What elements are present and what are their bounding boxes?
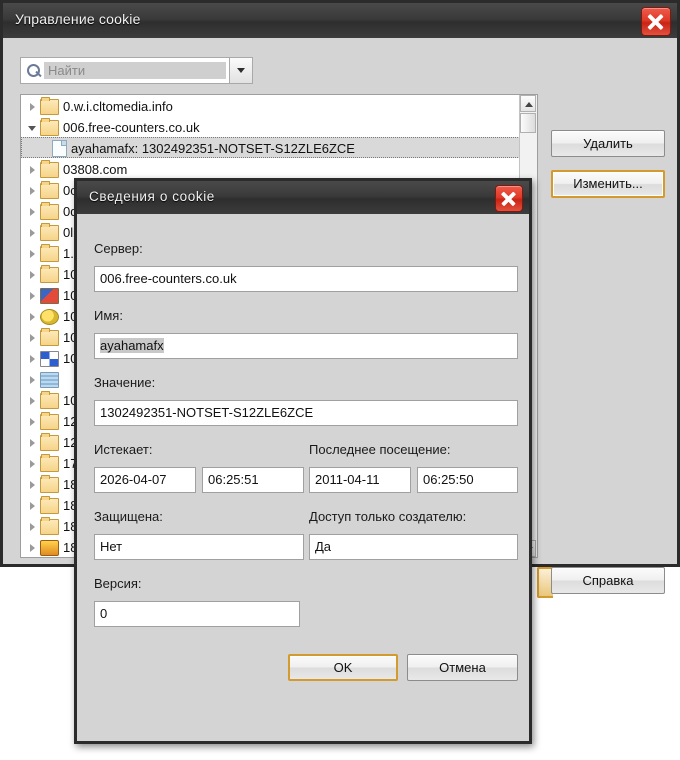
folder-icon [40, 243, 59, 262]
expand-arrow-closed-icon[interactable] [27, 290, 38, 301]
folder-icon [40, 117, 59, 136]
tree-row[interactable]: 006.free-counters.co.uk [21, 116, 520, 137]
close-icon[interactable] [641, 7, 671, 36]
favicon-3 [40, 350, 59, 367]
search-icon [25, 62, 43, 80]
search-bar [20, 57, 253, 84]
last-visit-date-field[interactable]: 2011-04-11 [309, 467, 411, 493]
expand-arrow-closed-icon[interactable] [27, 206, 38, 217]
search-box[interactable] [20, 57, 229, 84]
server-field[interactable]: 006.free-counters.co.uk [94, 266, 518, 292]
expand-arrow-closed-icon[interactable] [27, 521, 38, 532]
last-visit-label: Последнее посещение: [309, 442, 451, 457]
dialog-body: Сервер: 006.free-counters.co.uk Имя: aya… [77, 214, 529, 741]
folder-icon [40, 516, 59, 535]
name-label: Имя: [94, 308, 123, 323]
folder-icon [40, 222, 59, 241]
tree-row[interactable]: 03808.com [21, 158, 520, 179]
tree-row-label: 006.free-counters.co.uk [63, 120, 200, 136]
expand-arrow-closed-icon[interactable] [27, 437, 38, 448]
folder-icon [40, 390, 59, 409]
scroll-up-arrow-icon[interactable] [520, 95, 536, 112]
name-field[interactable]: ayahamafx [94, 333, 518, 359]
folder-icon [40, 474, 59, 493]
help-button[interactable]: Справка [551, 567, 665, 594]
expand-arrow-closed-icon[interactable] [27, 416, 38, 427]
folder-icon [40, 327, 59, 346]
folder-icon [40, 495, 59, 514]
expand-arrow-open-icon[interactable] [27, 122, 38, 133]
favicon-4 [40, 371, 59, 388]
expand-arrow-closed-icon[interactable] [27, 500, 38, 511]
tree-row[interactable]: 0.w.i.cltomedia.info [21, 95, 520, 116]
folder-icon [40, 264, 59, 283]
expand-arrow-closed-icon[interactable] [27, 185, 38, 196]
delete-button[interactable]: Удалить [551, 130, 665, 157]
dialog-titlebar: Сведения о cookie [77, 181, 529, 215]
dialog-title: Сведения о cookie [89, 189, 215, 204]
cancel-button[interactable]: Отмена [407, 654, 518, 681]
secure-label: Защищена: [94, 509, 163, 524]
window-title: Управление cookie [15, 11, 141, 27]
expand-arrow-closed-icon[interactable] [27, 311, 38, 322]
value-field[interactable]: 1302492351-NOTSET-S12ZLE6ZCE [94, 400, 518, 426]
tree-row-label: 03808.com [63, 162, 128, 178]
name-field-selected-text: ayahamafx [100, 338, 164, 353]
expand-arrow-closed-icon[interactable] [27, 353, 38, 364]
folder-icon [40, 201, 59, 220]
expand-arrow-closed-icon[interactable] [27, 332, 38, 343]
expires-label: Истекает: [94, 442, 153, 457]
edit-button[interactable]: Изменить... [551, 170, 665, 198]
folder-icon [40, 453, 59, 472]
expand-arrow-closed-icon[interactable] [27, 458, 38, 469]
folder-icon [40, 96, 59, 115]
chevron-down-icon [237, 67, 245, 73]
favicon-2 [40, 308, 59, 325]
tree-row-label: ayahamafx: 1302492351-NOTSET-S12ZLE6ZCE [71, 141, 355, 157]
expand-arrow-closed-icon[interactable] [27, 374, 38, 385]
expand-arrow-closed-icon[interactable] [27, 101, 38, 112]
scroll-up-glyph [525, 102, 533, 107]
server-label: Сервер: [94, 241, 143, 256]
document-icon [52, 140, 67, 158]
ok-button[interactable]: OK [288, 654, 398, 681]
window-titlebar: Управление cookie [3, 3, 677, 39]
secure-field[interactable]: Нет [94, 534, 304, 560]
expand-arrow-closed-icon[interactable] [27, 542, 38, 553]
folder-icon [40, 432, 59, 451]
expires-date-field[interactable]: 2026-04-07 [94, 467, 196, 493]
folder-icon [40, 180, 59, 199]
expires-time-field[interactable]: 06:25:51 [202, 467, 304, 493]
close-icon[interactable] [495, 185, 523, 212]
expand-arrow-closed-icon[interactable] [27, 248, 38, 259]
last-visit-time-field[interactable]: 06:25:50 [417, 467, 518, 493]
expand-arrow-closed-icon[interactable] [27, 395, 38, 406]
folder-icon [40, 159, 59, 178]
expand-arrow-closed-icon[interactable] [27, 164, 38, 175]
http-only-label: Доступ только создателю: [309, 509, 467, 524]
folder-icon [40, 411, 59, 430]
search-dropdown-button[interactable] [229, 57, 253, 84]
expand-arrow-closed-icon[interactable] [27, 479, 38, 490]
version-label: Версия: [94, 576, 142, 591]
http-only-field[interactable]: Да [309, 534, 518, 560]
favicon-5 [40, 539, 59, 556]
favicon-1 [40, 287, 59, 304]
tree-row-label: 0.w.i.cltomedia.info [63, 99, 173, 115]
search-input[interactable] [44, 62, 226, 79]
scrollbar-thumb[interactable] [520, 113, 536, 133]
screen: Управление cookie Найти 0.w.i.cltomedia.… [0, 0, 680, 760]
cookie-details-dialog: Сведения о cookie Сервер: 006.free-count… [74, 178, 532, 744]
value-label: Значение: [94, 375, 156, 390]
tree-row-selected[interactable]: ayahamafx: 1302492351-NOTSET-S12ZLE6ZCE [21, 137, 520, 158]
expand-arrow-closed-icon[interactable] [27, 227, 38, 238]
version-field[interactable]: 0 [94, 601, 300, 627]
expand-arrow-closed-icon[interactable] [27, 269, 38, 280]
